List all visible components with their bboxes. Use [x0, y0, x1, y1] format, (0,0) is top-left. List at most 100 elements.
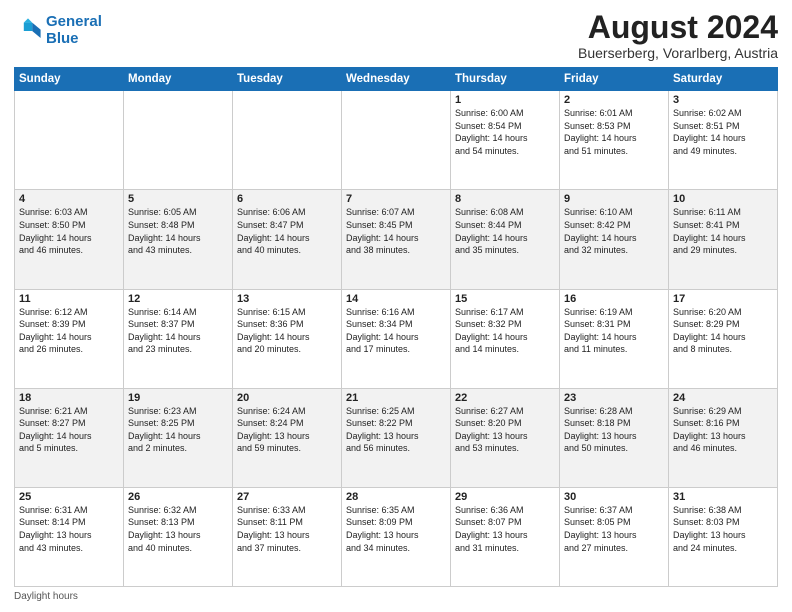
calendar-header-sunday: Sunday — [15, 68, 124, 91]
day-info: Sunrise: 6:05 AM Sunset: 8:48 PM Dayligh… — [128, 206, 228, 256]
main-title: August 2024 — [578, 10, 778, 45]
day-info: Sunrise: 6:06 AM Sunset: 8:47 PM Dayligh… — [237, 206, 337, 256]
day-number: 2 — [564, 94, 664, 106]
calendar-cell-3-5: 15Sunrise: 6:17 AM Sunset: 8:32 PM Dayli… — [451, 289, 560, 388]
calendar-cell-3-7: 17Sunrise: 6:20 AM Sunset: 8:29 PM Dayli… — [669, 289, 778, 388]
footer-text: Daylight hours — [14, 591, 78, 602]
day-number: 8 — [455, 193, 555, 205]
calendar-cell-1-2 — [124, 91, 233, 190]
day-info: Sunrise: 6:21 AM Sunset: 8:27 PM Dayligh… — [19, 405, 119, 455]
logo: General Blue — [14, 14, 102, 47]
day-info: Sunrise: 6:01 AM Sunset: 8:53 PM Dayligh… — [564, 107, 664, 157]
day-number: 10 — [673, 193, 773, 205]
calendar-header-tuesday: Tuesday — [233, 68, 342, 91]
calendar-cell-2-4: 7Sunrise: 6:07 AM Sunset: 8:45 PM Daylig… — [342, 190, 451, 289]
calendar-cell-2-6: 9Sunrise: 6:10 AM Sunset: 8:42 PM Daylig… — [560, 190, 669, 289]
day-info: Sunrise: 6:08 AM Sunset: 8:44 PM Dayligh… — [455, 206, 555, 256]
day-info: Sunrise: 6:32 AM Sunset: 8:13 PM Dayligh… — [128, 504, 228, 554]
day-info: Sunrise: 6:28 AM Sunset: 8:18 PM Dayligh… — [564, 405, 664, 455]
calendar-week-3: 11Sunrise: 6:12 AM Sunset: 8:39 PM Dayli… — [15, 289, 778, 388]
calendar-cell-4-2: 19Sunrise: 6:23 AM Sunset: 8:25 PM Dayli… — [124, 388, 233, 487]
calendar-header-wednesday: Wednesday — [342, 68, 451, 91]
calendar-cell-5-2: 26Sunrise: 6:32 AM Sunset: 8:13 PM Dayli… — [124, 487, 233, 586]
calendar-header-row: SundayMondayTuesdayWednesdayThursdayFrid… — [15, 68, 778, 91]
calendar-header-thursday: Thursday — [451, 68, 560, 91]
day-number: 23 — [564, 392, 664, 404]
day-info: Sunrise: 6:12 AM Sunset: 8:39 PM Dayligh… — [19, 306, 119, 356]
day-number: 18 — [19, 392, 119, 404]
day-info: Sunrise: 6:25 AM Sunset: 8:22 PM Dayligh… — [346, 405, 446, 455]
calendar-cell-3-3: 13Sunrise: 6:15 AM Sunset: 8:36 PM Dayli… — [233, 289, 342, 388]
calendar-cell-1-5: 1Sunrise: 6:00 AM Sunset: 8:54 PM Daylig… — [451, 91, 560, 190]
calendar-header-monday: Monday — [124, 68, 233, 91]
calendar-cell-2-3: 6Sunrise: 6:06 AM Sunset: 8:47 PM Daylig… — [233, 190, 342, 289]
day-number: 15 — [455, 293, 555, 305]
calendar-cell-4-4: 21Sunrise: 6:25 AM Sunset: 8:22 PM Dayli… — [342, 388, 451, 487]
day-info: Sunrise: 6:27 AM Sunset: 8:20 PM Dayligh… — [455, 405, 555, 455]
page: General Blue August 2024 Buerserberg, Vo… — [0, 0, 792, 612]
day-info: Sunrise: 6:14 AM Sunset: 8:37 PM Dayligh… — [128, 306, 228, 356]
calendar-cell-2-2: 5Sunrise: 6:05 AM Sunset: 8:48 PM Daylig… — [124, 190, 233, 289]
day-info: Sunrise: 6:33 AM Sunset: 8:11 PM Dayligh… — [237, 504, 337, 554]
day-number: 27 — [237, 491, 337, 503]
day-info: Sunrise: 6:36 AM Sunset: 8:07 PM Dayligh… — [455, 504, 555, 554]
day-number: 5 — [128, 193, 228, 205]
day-number: 1 — [455, 94, 555, 106]
day-info: Sunrise: 6:17 AM Sunset: 8:32 PM Dayligh… — [455, 306, 555, 356]
calendar-cell-4-1: 18Sunrise: 6:21 AM Sunset: 8:27 PM Dayli… — [15, 388, 124, 487]
day-number: 6 — [237, 193, 337, 205]
day-number: 3 — [673, 94, 773, 106]
calendar-cell-4-3: 20Sunrise: 6:24 AM Sunset: 8:24 PM Dayli… — [233, 388, 342, 487]
calendar-cell-4-6: 23Sunrise: 6:28 AM Sunset: 8:18 PM Dayli… — [560, 388, 669, 487]
calendar-cell-5-1: 25Sunrise: 6:31 AM Sunset: 8:14 PM Dayli… — [15, 487, 124, 586]
calendar-cell-5-3: 27Sunrise: 6:33 AM Sunset: 8:11 PM Dayli… — [233, 487, 342, 586]
day-number: 9 — [564, 193, 664, 205]
logo-line2: Blue — [46, 30, 79, 47]
calendar-cell-3-6: 16Sunrise: 6:19 AM Sunset: 8:31 PM Dayli… — [560, 289, 669, 388]
day-info: Sunrise: 6:19 AM Sunset: 8:31 PM Dayligh… — [564, 306, 664, 356]
day-info: Sunrise: 6:24 AM Sunset: 8:24 PM Dayligh… — [237, 405, 337, 455]
day-number: 13 — [237, 293, 337, 305]
calendar-cell-1-4 — [342, 91, 451, 190]
day-info: Sunrise: 6:10 AM Sunset: 8:42 PM Dayligh… — [564, 206, 664, 256]
calendar-cell-5-4: 28Sunrise: 6:35 AM Sunset: 8:09 PM Dayli… — [342, 487, 451, 586]
day-number: 21 — [346, 392, 446, 404]
header: General Blue August 2024 Buerserberg, Vo… — [14, 10, 778, 61]
calendar-cell-5-6: 30Sunrise: 6:37 AM Sunset: 8:05 PM Dayli… — [560, 487, 669, 586]
calendar-cell-1-7: 3Sunrise: 6:02 AM Sunset: 8:51 PM Daylig… — [669, 91, 778, 190]
day-number: 22 — [455, 392, 555, 404]
calendar-cell-1-6: 2Sunrise: 6:01 AM Sunset: 8:53 PM Daylig… — [560, 91, 669, 190]
day-number: 24 — [673, 392, 773, 404]
day-number: 29 — [455, 491, 555, 503]
calendar-cell-2-7: 10Sunrise: 6:11 AM Sunset: 8:41 PM Dayli… — [669, 190, 778, 289]
day-number: 28 — [346, 491, 446, 503]
calendar-cell-4-5: 22Sunrise: 6:27 AM Sunset: 8:20 PM Dayli… — [451, 388, 560, 487]
day-info: Sunrise: 6:31 AM Sunset: 8:14 PM Dayligh… — [19, 504, 119, 554]
calendar-cell-5-7: 31Sunrise: 6:38 AM Sunset: 8:03 PM Dayli… — [669, 487, 778, 586]
logo-text: General Blue — [46, 14, 102, 47]
calendar-cell-4-7: 24Sunrise: 6:29 AM Sunset: 8:16 PM Dayli… — [669, 388, 778, 487]
day-number: 30 — [564, 491, 664, 503]
calendar-cell-1-1 — [15, 91, 124, 190]
footer: Daylight hours — [14, 591, 778, 602]
calendar-table: SundayMondayTuesdayWednesdayThursdayFrid… — [14, 67, 778, 587]
calendar-cell-5-5: 29Sunrise: 6:36 AM Sunset: 8:07 PM Dayli… — [451, 487, 560, 586]
day-info: Sunrise: 6:38 AM Sunset: 8:03 PM Dayligh… — [673, 504, 773, 554]
day-info: Sunrise: 6:02 AM Sunset: 8:51 PM Dayligh… — [673, 107, 773, 157]
day-number: 25 — [19, 491, 119, 503]
calendar-header-friday: Friday — [560, 68, 669, 91]
calendar-cell-3-2: 12Sunrise: 6:14 AM Sunset: 8:37 PM Dayli… — [124, 289, 233, 388]
logo-icon — [14, 17, 42, 45]
day-info: Sunrise: 6:20 AM Sunset: 8:29 PM Dayligh… — [673, 306, 773, 356]
day-info: Sunrise: 6:37 AM Sunset: 8:05 PM Dayligh… — [564, 504, 664, 554]
day-info: Sunrise: 6:23 AM Sunset: 8:25 PM Dayligh… — [128, 405, 228, 455]
calendar-week-5: 25Sunrise: 6:31 AM Sunset: 8:14 PM Dayli… — [15, 487, 778, 586]
calendar-header-saturday: Saturday — [669, 68, 778, 91]
day-number: 26 — [128, 491, 228, 503]
calendar-cell-2-1: 4Sunrise: 6:03 AM Sunset: 8:50 PM Daylig… — [15, 190, 124, 289]
logo-line1: General — [46, 13, 102, 30]
calendar-week-2: 4Sunrise: 6:03 AM Sunset: 8:50 PM Daylig… — [15, 190, 778, 289]
day-number: 16 — [564, 293, 664, 305]
day-info: Sunrise: 6:00 AM Sunset: 8:54 PM Dayligh… — [455, 107, 555, 157]
day-info: Sunrise: 6:03 AM Sunset: 8:50 PM Dayligh… — [19, 206, 119, 256]
